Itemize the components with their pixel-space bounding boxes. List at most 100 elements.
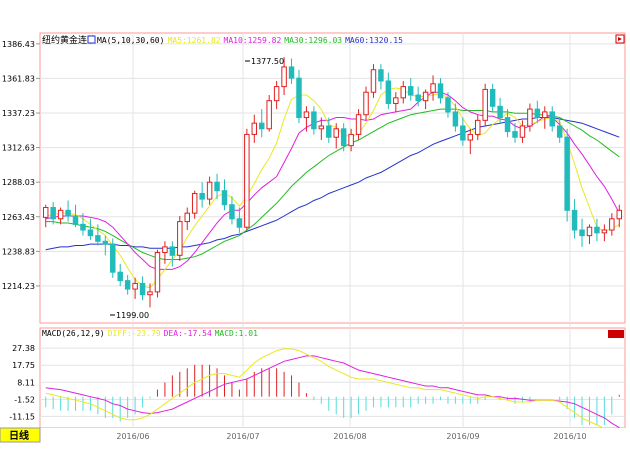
- candle-up: [266, 100, 272, 130]
- ma-legend-icon: [87, 35, 96, 44]
- candle-down: [340, 128, 347, 147]
- candle-down: [378, 69, 384, 82]
- candle-up: [42, 207, 49, 218]
- candle-down: [594, 226, 600, 234]
- candle-up: [586, 226, 593, 237]
- candle-down: [169, 246, 176, 256]
- candle-up: [191, 192, 198, 214]
- candle-down: [139, 282, 146, 296]
- candle-down: [80, 223, 86, 231]
- legend-entry: MA30:1296.03: [284, 36, 342, 45]
- candle-down: [199, 192, 205, 200]
- candle-down: [50, 207, 56, 220]
- candle-up: [467, 133, 474, 141]
- stock-chart: 1386.43 1361.83 1337.23 1312.63 1288.03 1263.…: [0, 32, 630, 443]
- x-axis-bar: [0, 428, 630, 442]
- candle-down: [110, 243, 116, 273]
- candle-up: [281, 66, 287, 88]
- candle-down: [311, 111, 317, 130]
- candle-up: [177, 221, 183, 256]
- candle-down: [221, 190, 228, 206]
- macd-tick-label: 17.75: [12, 361, 35, 370]
- candle-down: [556, 125, 563, 138]
- legend-entry: MA(5,10,30,60): [97, 36, 164, 45]
- candle-up: [601, 229, 608, 234]
- candle-up: [348, 133, 354, 147]
- legend-entry: MACD:1.01: [215, 329, 259, 338]
- candle-down: [549, 111, 555, 127]
- candle-down: [288, 66, 295, 79]
- candle-down: [117, 271, 123, 282]
- candle-up: [422, 91, 429, 102]
- month-label: 2016/10: [553, 432, 586, 441]
- legend-entry: MACD(26,12,9): [42, 329, 105, 338]
- candle-up: [251, 122, 258, 135]
- candle-up: [318, 125, 325, 130]
- macd-tick-label: 27.38: [12, 344, 35, 353]
- price-tick-label: 1238.83: [2, 247, 35, 256]
- month-label: 2016/09: [446, 432, 479, 441]
- candle-up: [162, 246, 168, 254]
- candle-up: [400, 86, 406, 99]
- candle-down: [407, 86, 414, 96]
- candle-up: [57, 209, 64, 220]
- candle-up: [206, 181, 213, 200]
- candle-up: [154, 252, 161, 293]
- legend-entry: DEA:-17.54: [164, 329, 212, 338]
- high-label: 1377.50: [251, 57, 284, 66]
- low-label: 1199.00: [116, 311, 149, 320]
- legend-entry: MA60:1320.15: [345, 36, 403, 45]
- candle-down: [326, 125, 332, 138]
- candle-down: [564, 136, 570, 211]
- candle-down: [445, 97, 451, 113]
- candle-down: [460, 125, 466, 141]
- macd-tick-label: -11.15: [9, 412, 35, 421]
- candle-down: [259, 122, 265, 130]
- legend-entry: MA5:1261.82: [168, 36, 221, 45]
- candle-down: [504, 117, 511, 133]
- candle-up: [370, 69, 377, 93]
- candle-up: [303, 111, 310, 119]
- legend-entry: MA10:1259.82: [224, 36, 282, 45]
- candle-up: [527, 108, 533, 127]
- price-tick-label: 1337.23: [2, 109, 35, 118]
- candle-down: [512, 131, 518, 138]
- candle-down: [229, 204, 235, 220]
- candle-down: [72, 215, 79, 225]
- candle-down: [489, 88, 496, 107]
- price-tick-label: 1214.23: [2, 282, 35, 291]
- candle-down: [415, 94, 421, 102]
- candle-up: [616, 209, 623, 220]
- candle-down: [296, 77, 302, 119]
- macd-tick-label: 8.11: [17, 378, 35, 387]
- candle-up: [475, 119, 481, 135]
- candle-up: [482, 88, 488, 121]
- price-tick-label: 1361.83: [2, 74, 35, 83]
- candle-up: [609, 218, 615, 231]
- month-label: 2016/08: [333, 432, 366, 441]
- candle-down: [385, 80, 392, 104]
- candle-down: [124, 280, 131, 290]
- candle-down: [437, 83, 444, 99]
- candle-up: [519, 125, 526, 138]
- candle-up: [132, 282, 138, 290]
- candle-down: [571, 209, 578, 231]
- price-tick-label: 1263.43: [2, 213, 35, 222]
- price-tick-label: 1288.03: [2, 178, 35, 187]
- candle-down: [214, 181, 220, 192]
- macd-y-axis: 27.38 17.75 8.11 -1.52 -11.15: [9, 344, 35, 421]
- candle-up: [244, 133, 250, 228]
- candle-down: [95, 235, 101, 242]
- candle-up: [273, 86, 280, 102]
- candle-up: [363, 91, 369, 116]
- candle-up: [147, 291, 153, 296]
- month-label: 2016/07: [226, 432, 259, 441]
- candle-up: [333, 128, 339, 138]
- candle-down: [65, 209, 71, 217]
- candle-up: [393, 97, 399, 104]
- macd-panel-menu-button[interactable]: [608, 330, 624, 338]
- legend-entry: DIFF:-23.79: [108, 329, 161, 338]
- ma-legend: MA(5,10,30,60) MA5:1261.82 MA10:1259.82 MA3…: [87, 35, 403, 45]
- candle-down: [87, 229, 94, 237]
- macd-tick-label: -1.52: [14, 395, 35, 404]
